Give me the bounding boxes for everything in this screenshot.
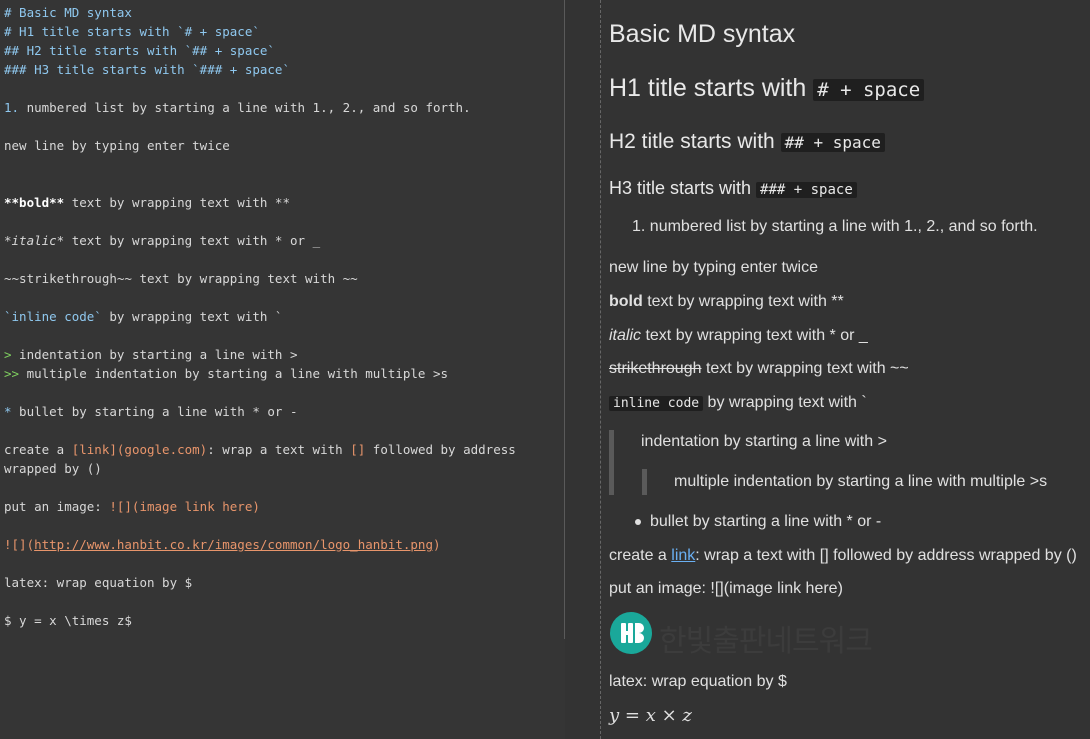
nested-blockquote-bar (642, 469, 647, 495)
bullet-list-item: bullet by starting a line with * or - (635, 513, 881, 531)
paragraph-text: text by wrapping text with * or _ (641, 327, 868, 344)
preview-h1: H1 title starts with # + space (609, 74, 925, 103)
nested-blockquote-text: multiple indentation by starting a line … (674, 473, 1048, 490)
editor-line: create a [link](google.com): wrap a text… (4, 440, 560, 478)
blockquote-text: indentation by starting a line with > (641, 433, 887, 450)
paragraph-text: by wrapping text with ` (703, 394, 867, 411)
heading-text: H3 title starts with (609, 178, 757, 198)
link-syntax: [link] (71, 442, 117, 457)
link-address: (google.com) (116, 442, 208, 457)
paragraph: create a link: wrap a text with [] follo… (609, 547, 1077, 565)
code-syntax: `inline code` (4, 309, 102, 324)
rendered-equation: y = x × z (609, 705, 692, 726)
list-text: bullet by starting a line with * or - (650, 513, 882, 530)
bold-syntax: **bold** (4, 195, 65, 210)
logo-wordmark: 한빛출판네트워크 (659, 624, 873, 659)
preview-h2: H2 title starts with ## + space (609, 130, 885, 154)
editor-line: ~~strikethrough~~ text by wrapping text … (4, 271, 358, 286)
image-syntax: ) (432, 537, 441, 552)
hanbit-logo-image: 한빛출판네트워크 (609, 610, 879, 659)
paragraph-text: create a (609, 547, 672, 564)
paragraph: bold text by wrapping text with ** (609, 293, 844, 311)
editor-text: text by wrapping text with ** (64, 195, 290, 210)
editor-text: multiple indentation by starting a line … (19, 366, 449, 381)
editor-line: # Basic MD syntax (4, 5, 132, 20)
paragraph: latex: wrap equation by $ (609, 673, 787, 690)
quote-marker: > (4, 347, 12, 362)
editor-text: create a (4, 442, 72, 457)
editor-line: # H1 title starts with `# + space` (4, 24, 260, 39)
image-syntax: ![](image link here) (109, 499, 260, 514)
editor-line: *italic* text by wrapping text with * or… (4, 231, 565, 250)
editor-line: $ y = x \times z$ (4, 613, 132, 628)
image-syntax: ![]( (4, 537, 35, 552)
inline-code: ## + space (780, 133, 885, 152)
paragraph-text: text by wrapping text with ~~ (701, 360, 909, 377)
editor-line: latex: wrap equation by $ (4, 575, 193, 590)
italic-text: italic (609, 327, 642, 344)
editor-line: * bullet by starting a line with * or - (4, 402, 565, 421)
editor-line: 1. numbered list by starting a line with… (4, 98, 565, 117)
editor-line: new line by typing enter twice (4, 138, 230, 153)
paragraph-text: text by wrapping text with ** (642, 293, 844, 310)
paragraph-text: : wrap a text with [] followed by addres… (695, 547, 1077, 564)
italic-syntax: *italic* (4, 233, 65, 248)
google-link[interactable]: link (671, 547, 695, 564)
editor-line: **bold** text by wrapping text with ** (4, 193, 565, 212)
pane-divider[interactable] (600, 0, 601, 739)
ordered-list-item: 1. numbered list by starting a line with… (632, 218, 1038, 235)
bracket-syntax: [] (350, 442, 366, 457)
bullet-icon (635, 518, 641, 525)
inline-code: # + space (813, 79, 925, 101)
preview-h3: H3 title starts with ### + space (609, 178, 857, 199)
editor-right-border (564, 0, 565, 639)
editor-line: ### H3 title starts with `### + space` (4, 62, 290, 77)
editor-line: ## H2 title starts with `## + space` (4, 43, 275, 58)
paragraph: inline code by wrapping text with ` (609, 394, 867, 412)
paragraph: italic text by wrapping text with * or _ (609, 327, 868, 345)
bullet-marker: * (4, 404, 12, 419)
editor-text: bullet by starting a line with * or - (11, 404, 298, 419)
heading-text: H2 title starts with (609, 130, 781, 153)
editor-line: ![](http://www.hanbit.co.kr/images/commo… (4, 535, 565, 554)
hanbit-logo-icon (610, 612, 652, 654)
editor-text: : wrap a text with (207, 442, 351, 457)
paragraph: strikethrough text by wrapping text with… (609, 360, 909, 378)
editor-line: >> multiple indentation by starting a li… (4, 364, 565, 383)
quote-marker: >> (4, 366, 20, 381)
inline-code: inline code (609, 396, 704, 411)
paragraph: new line by typing enter twice (609, 259, 818, 276)
bold-text: bold (609, 293, 643, 310)
inline-code: ### + space (756, 182, 857, 198)
markdown-preview: Basic MD syntax H1 title starts with # +… (609, 0, 1087, 739)
list-marker: 1. (4, 100, 20, 115)
editor-text: numbered list by starting a line with 1.… (19, 100, 471, 115)
preview-title-heading: Basic MD syntax (609, 20, 796, 48)
blockquote-bar (609, 430, 614, 495)
markdown-editor[interactable]: # Basic MD syntax # H1 title starts with… (0, 0, 565, 739)
paragraph: put an image: ![](image link here) (609, 580, 843, 597)
editor-text: indentation by starting a line with > (11, 347, 298, 362)
editor-line: put an image: ![](image link here) (4, 497, 565, 516)
editor-line: > indentation by starting a line with > (4, 345, 565, 364)
heading-text: H1 title starts with (609, 74, 814, 102)
strikethrough-text: strikethrough (609, 360, 702, 377)
editor-text: put an image: (4, 499, 110, 514)
editor-text: by wrapping text with ` (101, 309, 283, 324)
editor-text: text by wrapping text with * or _ (64, 233, 321, 248)
image-url-link[interactable]: http://www.hanbit.co.kr/images/common/lo… (34, 537, 433, 552)
editor-line: `inline code` by wrapping text with ` (4, 307, 565, 326)
